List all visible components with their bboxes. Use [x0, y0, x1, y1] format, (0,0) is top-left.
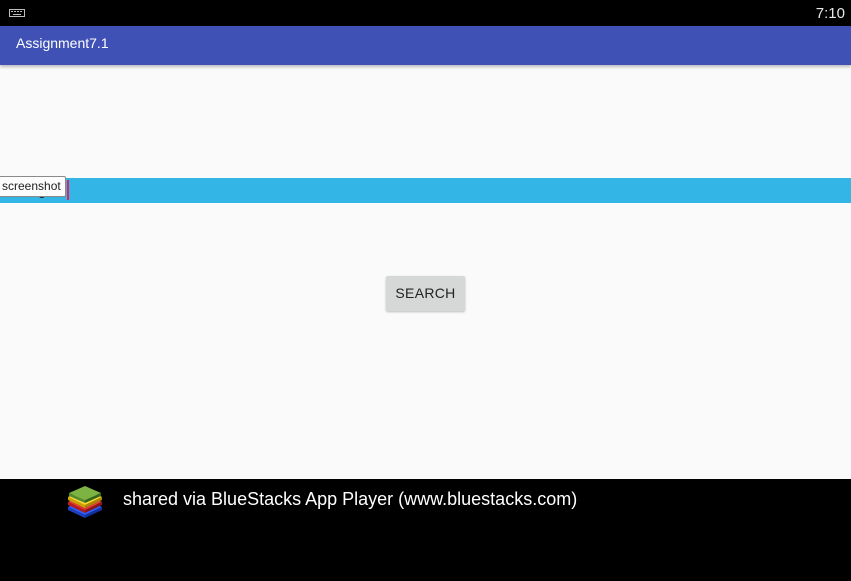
app-title: Assignment7.1 [16, 35, 109, 51]
screenshot-tooltip: screenshot [0, 176, 66, 197]
keyboard-icon [9, 9, 25, 17]
bluestacks-logo-icon [68, 486, 102, 518]
status-time: 7:10 [815, 5, 845, 22]
text-cursor [67, 180, 69, 200]
main-content: g screenshot SEARCH [0, 65, 851, 479]
app-bar: Assignment7.1 [0, 26, 851, 65]
search-button[interactable]: SEARCH [386, 276, 465, 311]
banner-text: shared via BlueStacks App Player (www.bl… [123, 489, 578, 509]
status-bar: 7:10 [0, 0, 851, 26]
screen: 7:10 Assignment7.1 g screenshot SEARCH s… [0, 0, 851, 581]
search-input[interactable] [0, 178, 851, 203]
bluestacks-banner: shared via BlueStacks App Player (www.bl… [0, 479, 851, 581]
